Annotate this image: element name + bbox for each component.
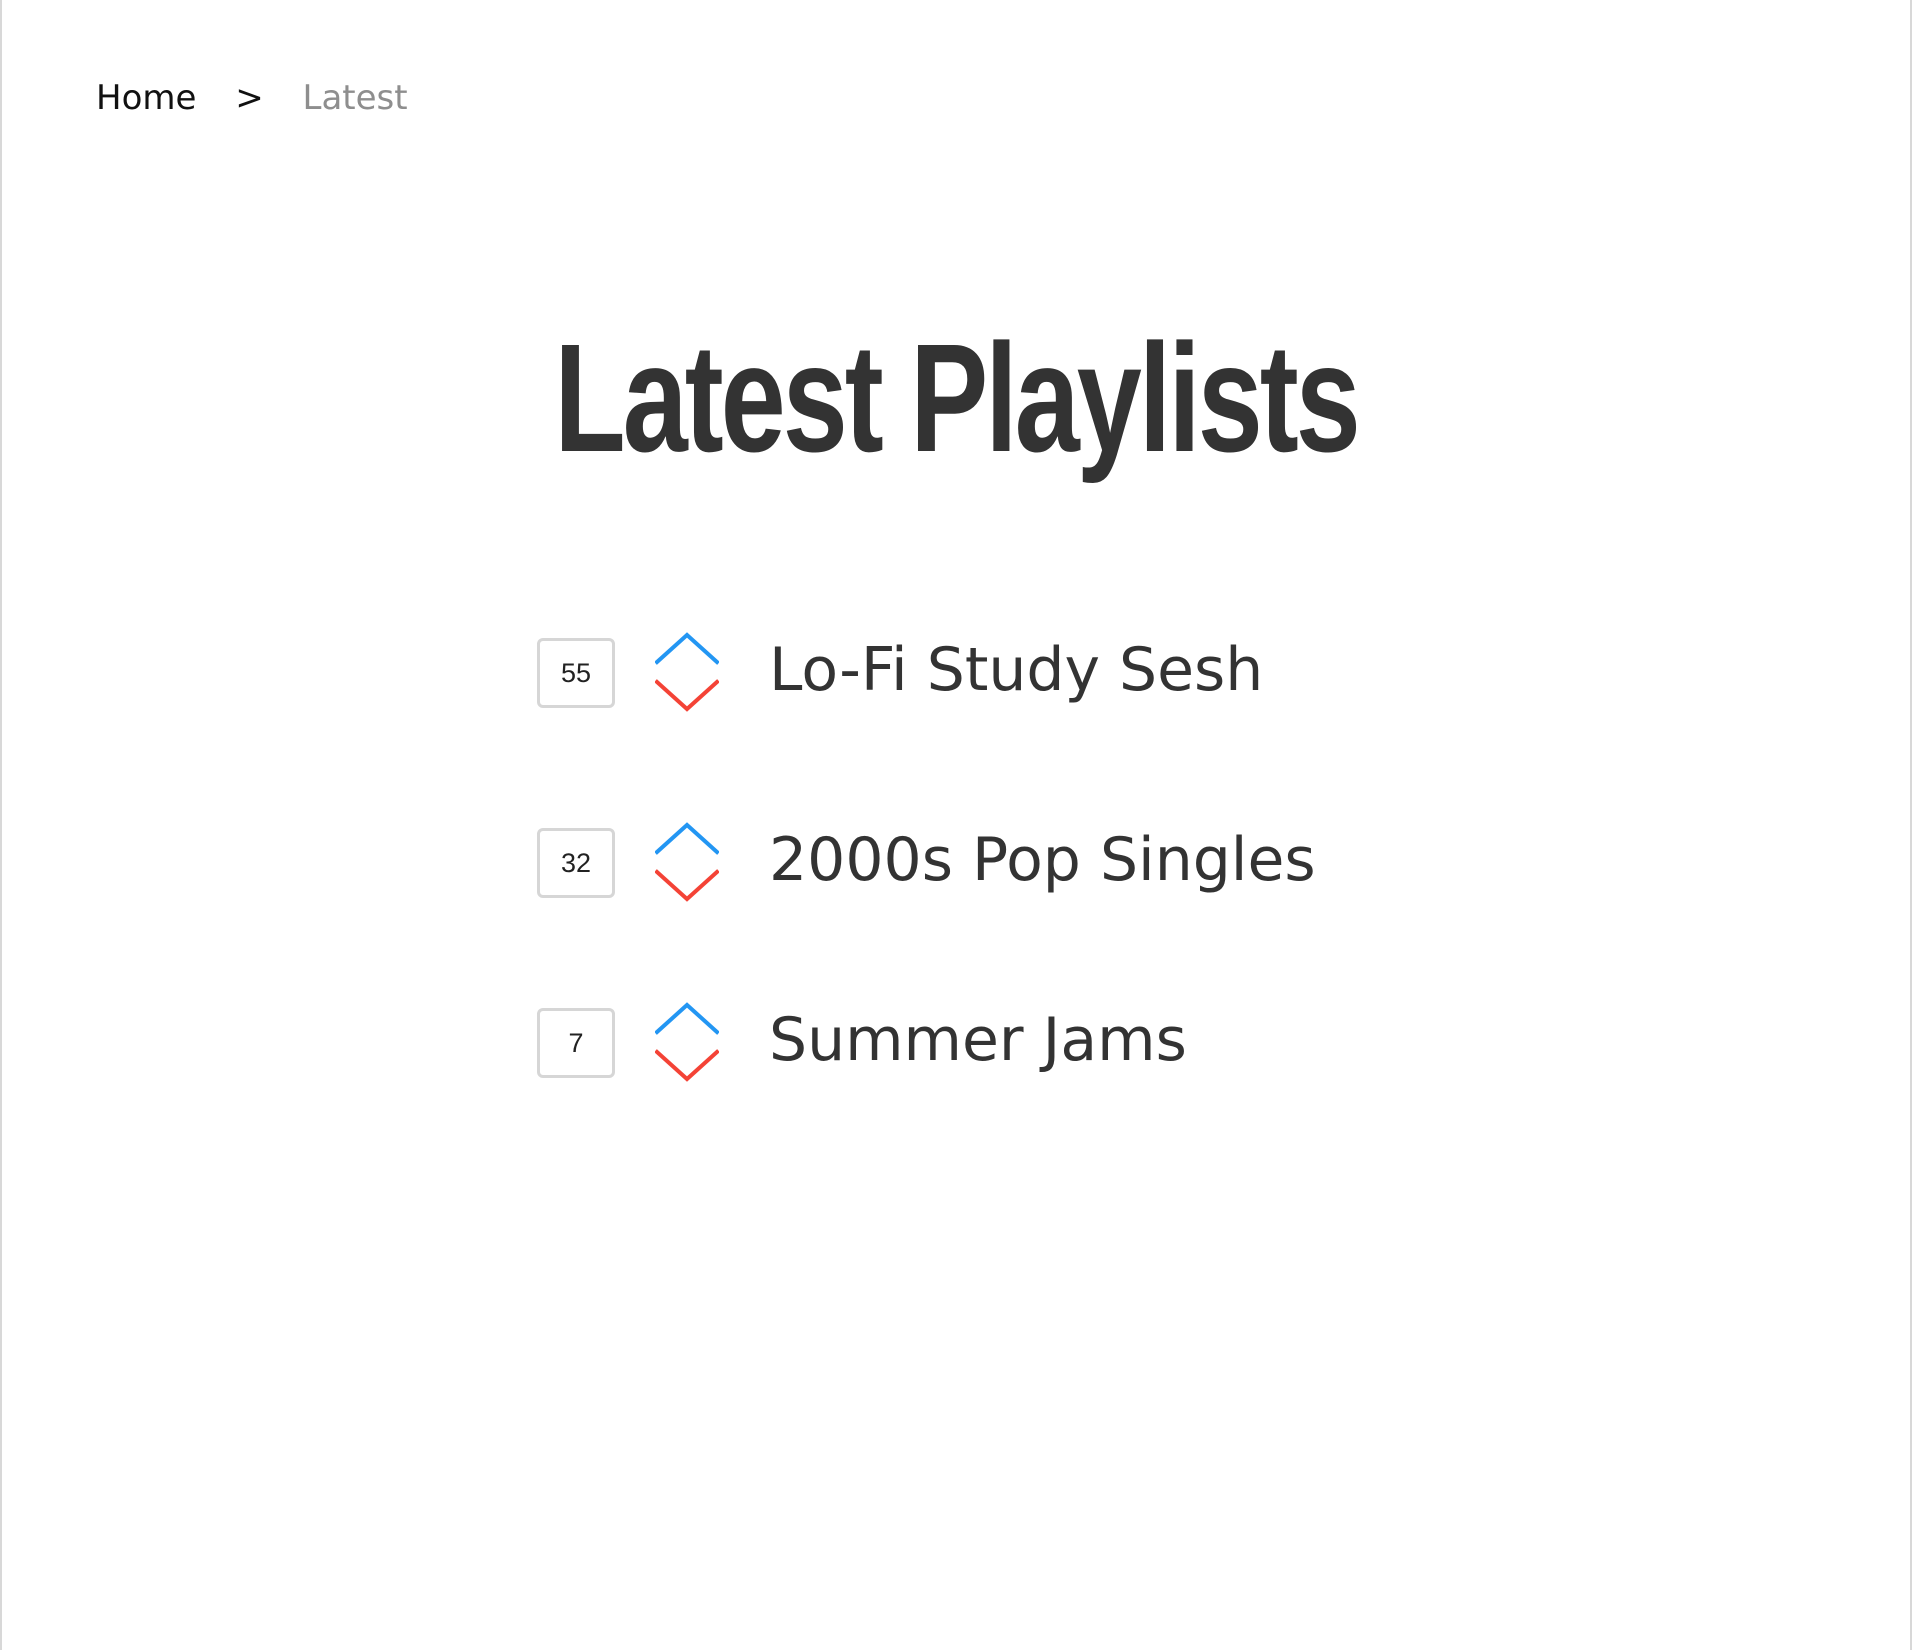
playlist-title[interactable]: 2000s Pop Singles [769, 821, 1316, 899]
page-title: Latest Playlists [554, 312, 1361, 484]
vote-count: 32 [537, 828, 615, 898]
playlist-item-2000s-pop-singles: 32 2000s Pop Singles [537, 813, 1537, 903]
breadcrumb-separator: > [235, 78, 264, 118]
breadcrumb-current: Latest [302, 78, 408, 118]
chevron-down-icon [655, 869, 719, 902]
vote-controls [655, 1001, 719, 1083]
upvote-button[interactable] [655, 821, 719, 859]
vote-controls [655, 631, 719, 713]
chevron-down-icon [655, 679, 719, 712]
downvote-button[interactable] [655, 1045, 719, 1083]
upvote-button[interactable] [655, 631, 719, 669]
vote-count: 55 [537, 638, 615, 708]
playlist-title[interactable]: Summer Jams [769, 1001, 1187, 1079]
playlist-item-summer-jams: 7 Summer Jams [537, 993, 1537, 1083]
latest-playlists-page: Home > Latest Latest Playlists 55 Lo-Fi … [0, 0, 1912, 1650]
chevron-up-icon [655, 632, 719, 665]
downvote-button[interactable] [655, 675, 719, 713]
upvote-button[interactable] [655, 1001, 719, 1039]
chevron-up-icon [655, 822, 719, 855]
breadcrumb-home-link[interactable]: Home [96, 78, 196, 118]
downvote-button[interactable] [655, 865, 719, 903]
chevron-up-icon [655, 1002, 719, 1035]
vote-controls [655, 821, 719, 903]
vote-count: 7 [537, 1008, 615, 1078]
playlist-title[interactable]: Lo-Fi Study Sesh [769, 631, 1263, 709]
playlist-item-lo-fi-study-sesh: 55 Lo-Fi Study Sesh [537, 623, 1537, 713]
chevron-down-icon [655, 1049, 719, 1082]
breadcrumb: Home > Latest [96, 76, 408, 120]
